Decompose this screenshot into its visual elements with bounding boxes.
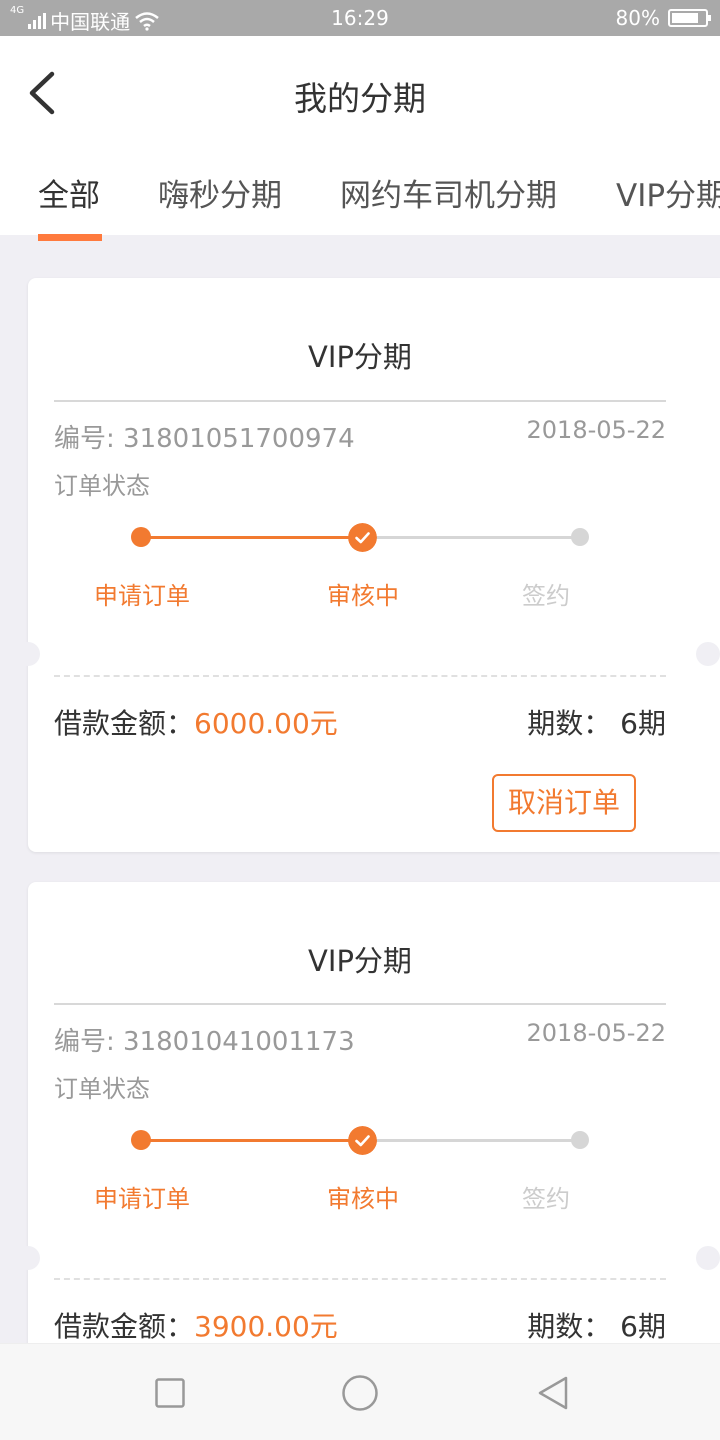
step-dot-pending xyxy=(571,528,589,546)
loan-amount-label: 借款金额： xyxy=(54,1310,195,1343)
step-label-apply: 申请订单 xyxy=(94,582,190,610)
home-icon[interactable] xyxy=(341,1374,379,1412)
loan-amount-value: 3900.00元 xyxy=(194,1310,338,1343)
clock: 16:29 xyxy=(331,6,389,30)
step-label-sign: 签约 xyxy=(522,582,570,610)
order-status-label: 订单状态 xyxy=(54,1075,150,1103)
dashed-divider xyxy=(54,1278,666,1280)
progress-done-line xyxy=(142,1139,362,1142)
tab-all[interactable]: 全部 xyxy=(38,170,100,215)
ticket-notch-right xyxy=(696,1246,720,1270)
loan-term-label: 期数： xyxy=(527,707,612,740)
tab-vip[interactable]: VIP分期 xyxy=(616,170,720,215)
ticket-notch-right xyxy=(696,642,720,666)
step-dot-pending xyxy=(571,1131,589,1149)
divider xyxy=(54,1003,666,1005)
back-icon[interactable] xyxy=(536,1375,572,1411)
step-label-sign: 签约 xyxy=(522,1185,570,1213)
order-date: 2018-05-22 xyxy=(526,416,666,444)
system-nav-bar xyxy=(0,1343,720,1440)
cancel-order-button[interactable]: 取消订单 xyxy=(492,774,636,832)
status-bar: 4G 中国联通 16:29 80% xyxy=(0,0,720,36)
order-number: 编号: 31801041001173 xyxy=(54,1027,355,1057)
category-tabs: 全部 嗨秒分期 网约车司机分期 VIP分期 xyxy=(0,150,720,235)
step-dot-done xyxy=(131,1130,151,1150)
order-card[interactable]: VIP分期 编号: 31801041001173 2018-05-22 订单状态… xyxy=(16,882,720,1382)
step-label-review: 审核中 xyxy=(327,582,399,610)
loan-term-value: 6期 xyxy=(620,1310,666,1343)
order-date: 2018-05-22 xyxy=(526,1019,666,1047)
status-right: 80% xyxy=(615,6,711,30)
app-header: 我的分期 xyxy=(0,36,720,150)
loan-amount: 借款金额：6000.00元 xyxy=(54,702,338,742)
divider xyxy=(54,400,666,402)
loan-term: 期数： 6期 xyxy=(527,702,666,742)
page-title: 我的分期 xyxy=(294,79,426,118)
ticket-notch-left xyxy=(16,642,40,666)
ticket-notch-left xyxy=(16,1246,40,1270)
progress-done-line xyxy=(142,536,362,539)
progress-pending-line xyxy=(362,536,580,539)
check-circle-icon xyxy=(348,1126,377,1155)
loan-amount-label: 借款金额： xyxy=(54,707,195,740)
active-tab-indicator xyxy=(38,234,102,241)
battery-icon xyxy=(668,9,711,27)
card-title: VIP分期 xyxy=(308,944,412,978)
loan-term-value: 6期 xyxy=(620,707,666,740)
step-label-review: 审核中 xyxy=(327,1185,399,1213)
step-dot-done xyxy=(131,527,151,547)
tab-ride-driver[interactable]: 网约车司机分期 xyxy=(340,170,557,215)
loan-term: 期数： 6期 xyxy=(527,1305,666,1345)
dashed-divider xyxy=(54,675,666,677)
loan-term-label: 期数： xyxy=(527,1310,612,1343)
check-circle-icon xyxy=(348,523,377,552)
loan-amount-value: 6000.00元 xyxy=(194,707,338,740)
order-number: 编号: 31801051700974 xyxy=(54,424,355,454)
order-card[interactable]: VIP分期 编号: 31801051700974 2018-05-22 订单状态… xyxy=(16,278,720,852)
progress-pending-line xyxy=(362,1139,580,1142)
order-status-label: 订单状态 xyxy=(54,472,150,500)
card-title: VIP分期 xyxy=(308,340,412,374)
tab-haimiao[interactable]: 嗨秒分期 xyxy=(158,170,282,215)
battery-percent: 80% xyxy=(615,6,660,30)
recent-apps-icon[interactable] xyxy=(155,1378,185,1408)
loan-amount: 借款金额：3900.00元 xyxy=(54,1305,338,1345)
step-label-apply: 申请订单 xyxy=(94,1185,190,1213)
